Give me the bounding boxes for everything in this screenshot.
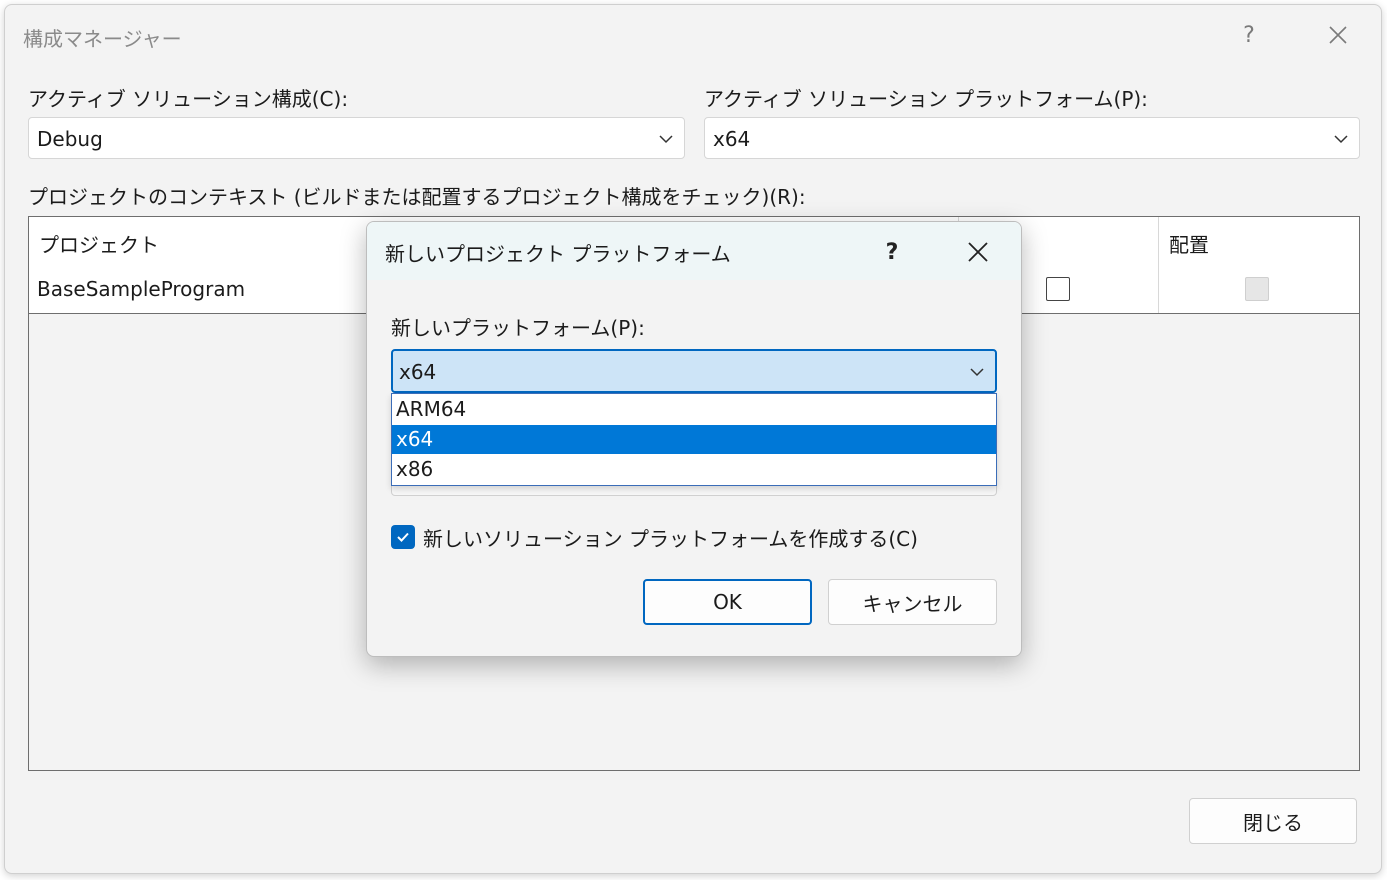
close-icon bbox=[968, 242, 988, 262]
close-button-label: 閉じる bbox=[1243, 810, 1303, 835]
dropdown-option-x86[interactable]: x86 bbox=[392, 455, 996, 484]
cancel-button-label: キャンセル bbox=[862, 591, 963, 616]
dialog-title-bar: 新しいプロジェクト プラットフォーム ? bbox=[367, 222, 1021, 280]
close-icon bbox=[1329, 26, 1347, 44]
deploy-checkbox bbox=[1245, 277, 1269, 301]
checkmark-icon bbox=[397, 532, 409, 542]
ok-button[interactable]: OK bbox=[643, 579, 812, 625]
active-config-value: Debug bbox=[37, 127, 103, 151]
active-config-label: アクティブ ソリューション構成(C): bbox=[28, 87, 349, 111]
new-platform-value: x64 bbox=[399, 360, 437, 384]
column-header-deploy[interactable]: 配置 bbox=[1169, 229, 1209, 258]
chevron-down-icon bbox=[970, 368, 984, 377]
close-window-button[interactable] bbox=[1318, 17, 1358, 53]
ok-button-label: OK bbox=[713, 590, 742, 614]
create-solution-platform-checkbox[interactable] bbox=[391, 525, 415, 549]
cancel-button[interactable]: キャンセル bbox=[828, 579, 997, 625]
column-header-project[interactable]: プロジェクト bbox=[39, 229, 159, 258]
new-platform-label: 新しいプラットフォーム(P): bbox=[391, 316, 645, 340]
chevron-down-icon bbox=[659, 135, 673, 144]
build-checkbox[interactable] bbox=[1046, 277, 1070, 301]
chevron-down-icon bbox=[1334, 135, 1348, 144]
dialog-title: 新しいプロジェクト プラットフォーム bbox=[385, 242, 731, 266]
dialog-help-button[interactable]: ? bbox=[875, 234, 909, 270]
dropdown-option-arm64[interactable]: ARM64 bbox=[392, 395, 996, 424]
project-name-cell: BaseSampleProgram bbox=[37, 277, 246, 301]
new-platform-select[interactable]: x64 bbox=[391, 349, 997, 393]
help-icon: ? bbox=[885, 239, 899, 265]
column-divider bbox=[1158, 265, 1159, 313]
help-button[interactable]: ? bbox=[1229, 17, 1269, 53]
active-config-select[interactable]: Debug bbox=[28, 117, 685, 159]
create-solution-platform-label[interactable]: 新しいソリューション プラットフォームを作成する(C) bbox=[423, 523, 918, 552]
window-title: 構成マネージャー bbox=[23, 27, 182, 51]
active-platform-label: アクティブ ソリューション プラットフォーム(P): bbox=[704, 87, 1148, 111]
dialog-close-button[interactable] bbox=[961, 234, 995, 270]
close-button[interactable]: 閉じる bbox=[1189, 798, 1357, 844]
title-bar: 構成マネージャー ? bbox=[5, 5, 1381, 63]
active-platform-value: x64 bbox=[713, 127, 751, 151]
column-divider[interactable] bbox=[1158, 217, 1159, 265]
help-icon: ? bbox=[1243, 22, 1255, 48]
platform-dropdown-list: ARM64 x64 x86 bbox=[391, 393, 997, 486]
active-platform-select[interactable]: x64 bbox=[704, 117, 1360, 159]
dropdown-option-x64[interactable]: x64 bbox=[392, 425, 996, 454]
project-context-label: プロジェクトのコンテキスト (ビルドまたは配置するプロジェクト構成をチェック)(… bbox=[28, 185, 806, 209]
new-project-platform-dialog: 新しいプロジェクト プラットフォーム ? 新しいプラットフォーム(P): x64… bbox=[366, 221, 1022, 657]
